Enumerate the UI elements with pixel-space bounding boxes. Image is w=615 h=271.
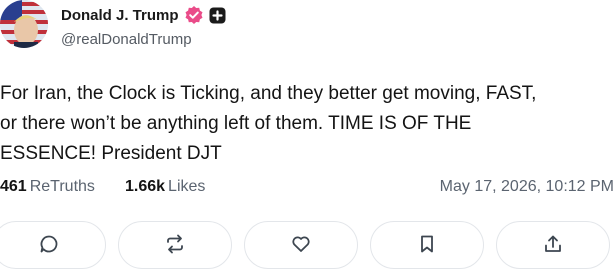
likes-stat[interactable]: 1.66k Likes bbox=[125, 178, 205, 196]
like-button[interactable] bbox=[244, 221, 358, 269]
author-display-name[interactable]: Donald J. Trump bbox=[61, 7, 179, 24]
retruth-button[interactable] bbox=[118, 221, 232, 269]
bookmark-icon bbox=[421, 235, 433, 253]
avatar[interactable] bbox=[0, 0, 48, 48]
reply-icon bbox=[40, 235, 58, 253]
truth-social-icon bbox=[209, 7, 226, 24]
retruths-stat[interactable]: 461 ReTruths bbox=[0, 178, 95, 196]
likes-label: Likes bbox=[168, 178, 206, 195]
bookmark-button[interactable] bbox=[370, 221, 484, 269]
post-text: For Iran, the Clock is Ticking, and they… bbox=[0, 83, 537, 164]
verified-badge-icon bbox=[184, 5, 204, 25]
like-icon bbox=[292, 236, 310, 252]
retruth-icon bbox=[167, 234, 183, 254]
retruths-label: ReTruths bbox=[29, 178, 95, 195]
post-timestamp[interactable]: May 17, 2026, 10:12 PM bbox=[440, 178, 614, 196]
reply-button[interactable] bbox=[0, 221, 106, 269]
author-name-row: Donald J. Trump bbox=[61, 4, 226, 26]
post-stats: 461 ReTruths 1.66k Likes May 17, 2026, 10:… bbox=[0, 178, 615, 202]
author-handle[interactable]: @realDonaldTrump bbox=[61, 31, 192, 48]
share-button[interactable] bbox=[496, 221, 610, 269]
likes-count: 1.66k bbox=[125, 178, 166, 195]
share-icon bbox=[545, 235, 561, 252]
retruths-count: 461 bbox=[0, 178, 27, 195]
avatar-image bbox=[0, 0, 48, 48]
post-actions bbox=[0, 221, 615, 271]
